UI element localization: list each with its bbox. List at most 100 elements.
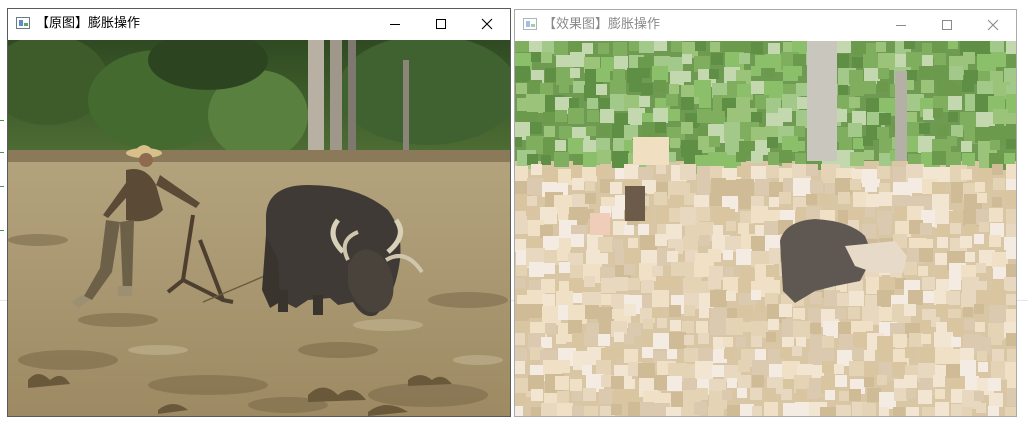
window-title: 【原图】膨胀操作 [36,16,141,31]
dilation-block [793,321,811,339]
dilation-block [694,402,707,415]
dilation-block [640,235,657,252]
dilation-block [879,192,893,206]
dilation-block [865,180,877,192]
title-bar[interactable]: 【原图】膨胀操作 [8,9,510,39]
close-icon [481,18,493,30]
close-button[interactable] [464,9,510,39]
dilation-block [709,69,719,79]
dilation-block [947,136,957,146]
dilation-block [656,276,667,287]
dilation-block [710,193,723,206]
dilation-block [736,337,746,347]
dilation-block [612,206,625,219]
dilation-block [530,122,542,134]
dilation-block [921,334,931,344]
dilation-block [568,108,584,124]
dilation-block [597,253,608,264]
dilation-block [825,183,836,194]
dilation-block [684,348,698,362]
dilation-block [614,277,628,291]
dilation-block [667,251,678,262]
minimize-icon [390,24,400,25]
dilation-block [866,43,877,54]
dilation-block [570,265,583,278]
dilation-block [837,293,850,306]
dilation-block [613,69,625,81]
dilation-block [527,154,538,165]
dilation-block [671,262,685,276]
dilation-block [541,337,552,348]
dilation-block [1005,362,1016,379]
dilation-block [543,236,559,252]
dilation-block [964,319,975,330]
dilation-block [965,376,979,390]
dilation-block [695,41,706,51]
dilation-block [736,249,752,265]
dilation-block [750,388,762,400]
close-button[interactable] [970,10,1016,40]
title-bar[interactable]: 【效果图】膨胀操作 [515,10,1016,40]
dilation-block [624,349,638,363]
dilation-block [935,365,946,376]
dilation-block [516,265,527,276]
dilation-block [680,71,691,82]
maximize-button[interactable] [924,10,970,40]
dilation-block [948,96,962,110]
dilation-block [974,304,984,314]
dilation-block [922,277,935,290]
dilation-block [751,66,761,76]
dilation-block [612,239,623,250]
dilation-block [624,304,636,316]
dilation-block [976,403,986,413]
dilation-block [557,403,573,416]
dilation-block [526,94,545,113]
dilation-block [698,333,709,344]
dilation-block [555,110,567,122]
dilation-block [820,407,838,416]
original-image-window[interactable]: 【原图】膨胀操作 [7,8,511,417]
dilation-block [542,294,555,307]
dilation-block [946,364,960,378]
minimize-button[interactable] [878,10,924,40]
dilation-block [755,179,771,195]
dilation-block [906,389,916,399]
dilation-block [670,138,680,148]
dilation-block [666,407,683,416]
dilation-block [962,407,972,416]
dilation-block [671,41,683,52]
dilation-block [1006,179,1016,190]
dilation-block [937,237,948,248]
result-image-window[interactable]: 【效果图】膨胀操作 [514,9,1017,417]
dilation-block [598,334,610,346]
dilation-block [515,220,529,234]
dilation-block [849,291,864,306]
dilation-block [624,225,634,235]
minimize-button[interactable] [372,9,418,39]
dilation-block [766,280,780,294]
dilation-block [834,364,844,374]
dilation-block [937,267,947,277]
maximize-button[interactable] [418,9,464,39]
dilation-block [555,140,566,151]
dilation-block [922,55,933,66]
dilation-block [599,125,610,136]
dilation-block [864,350,875,361]
dilation-block [849,361,864,376]
dilation-block [975,182,985,192]
dilation-block [904,304,916,316]
dilation-block [655,234,667,246]
dilation-block [515,111,527,123]
dilation-block [642,347,653,358]
dilation-block [601,294,612,305]
dilation-block [848,123,862,137]
dilation-block [670,320,681,331]
dilation-block [1006,224,1016,237]
dilation-block [683,378,696,391]
dilation-block [1004,192,1016,204]
dilation-block [795,141,805,151]
dilation-block [867,388,881,402]
dilation-block [573,154,584,165]
dilation-block [596,165,607,176]
dilation-block [712,365,724,377]
